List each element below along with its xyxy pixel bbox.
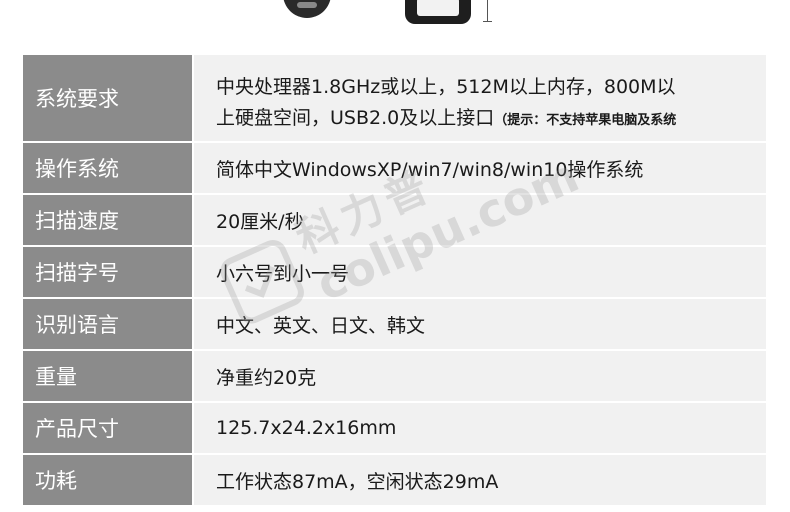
product-image-strip: [0, 0, 790, 50]
spec-value: 小六号到小一号: [194, 247, 766, 297]
spec-value: 工作状态87mA，空闲状态29mA: [194, 455, 766, 505]
spec-label: 识别语言: [23, 299, 194, 349]
product-spec-page: 系统要求 中央处理器1.8GHz或以上，512M以上内存，800M以 上硬盘空间…: [0, 0, 790, 512]
spec-label: 操作系统: [23, 143, 194, 193]
spec-table: 系统要求 中央处理器1.8GHz或以上，512M以上内存，800M以 上硬盘空间…: [23, 53, 766, 505]
scanner-pen-bottom-image: [283, 0, 331, 18]
spec-label: 扫描字号: [23, 247, 194, 297]
spec-label: 重量: [23, 351, 194, 401]
spec-row-weight: 重量 净重约20克: [23, 349, 766, 401]
spec-row-system-requirements: 系统要求 中央处理器1.8GHz或以上，512M以上内存，800M以 上硬盘空间…: [23, 53, 766, 141]
spec-value-line2: 上硬盘空间，USB2.0及以上接口: [216, 106, 495, 129]
spec-value: 净重约20克: [194, 351, 766, 401]
spec-label: 产品尺寸: [23, 403, 194, 453]
scanner-pen-side-image: [405, 0, 471, 24]
spec-row-font-size: 扫描字号 小六号到小一号: [23, 245, 766, 297]
spec-label: 功耗: [23, 455, 194, 505]
spec-row-power: 功耗 工作状态87mA，空闲状态29mA: [23, 453, 766, 505]
dimension-marker: [483, 0, 492, 22]
spec-value: 中央处理器1.8GHz或以上，512M以上内存，800M以 上硬盘空间，USB2…: [194, 55, 766, 141]
spec-value-note: （提示：不支持苹果电脑及系统: [494, 112, 677, 128]
spec-row-os: 操作系统 简体中文WindowsXP/win7/win8/win10操作系统: [23, 141, 766, 193]
spec-row-scan-speed: 扫描速度 20厘米/秒: [23, 193, 766, 245]
spec-label: 系统要求: [23, 55, 194, 141]
spec-value: 中文、英文、日文、韩文: [194, 299, 766, 349]
spec-label: 扫描速度: [23, 195, 194, 245]
spec-value-line1: 中央处理器1.8GHz或以上，512M以上内存，800M以: [216, 75, 676, 98]
spec-value: 简体中文WindowsXP/win7/win8/win10操作系统: [194, 143, 766, 193]
spec-value: 20厘米/秒: [194, 195, 766, 245]
spec-row-languages: 识别语言 中文、英文、日文、韩文: [23, 297, 766, 349]
spec-row-dimensions: 产品尺寸 125.7x24.2x16mm: [23, 401, 766, 453]
spec-value: 125.7x24.2x16mm: [194, 403, 766, 453]
